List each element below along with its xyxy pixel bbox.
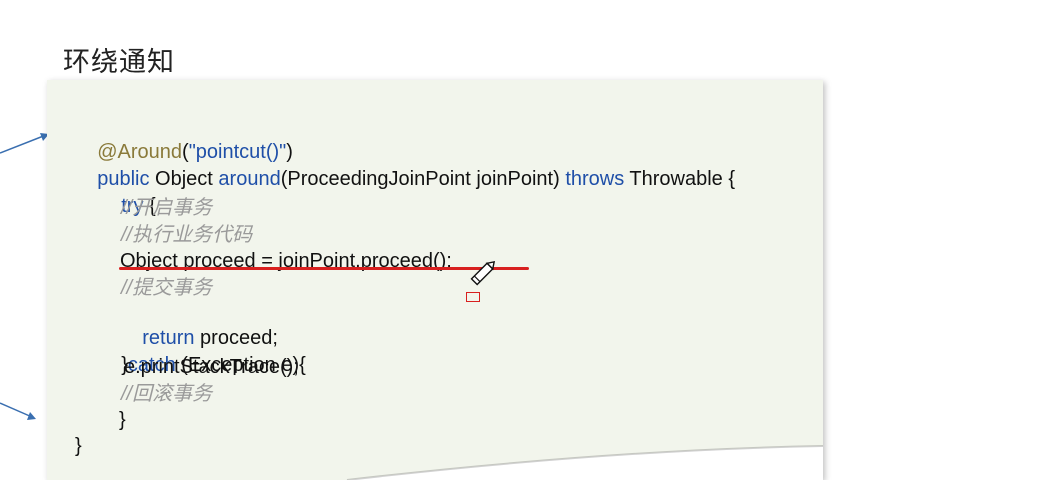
slide-title: 环绕通知: [63, 47, 175, 78]
page-curl-shape: [346, 445, 823, 480]
pencil-cursor-icon: [470, 260, 496, 286]
code-block: @Around("pointcut()") public Object arou…: [47, 80, 823, 480]
